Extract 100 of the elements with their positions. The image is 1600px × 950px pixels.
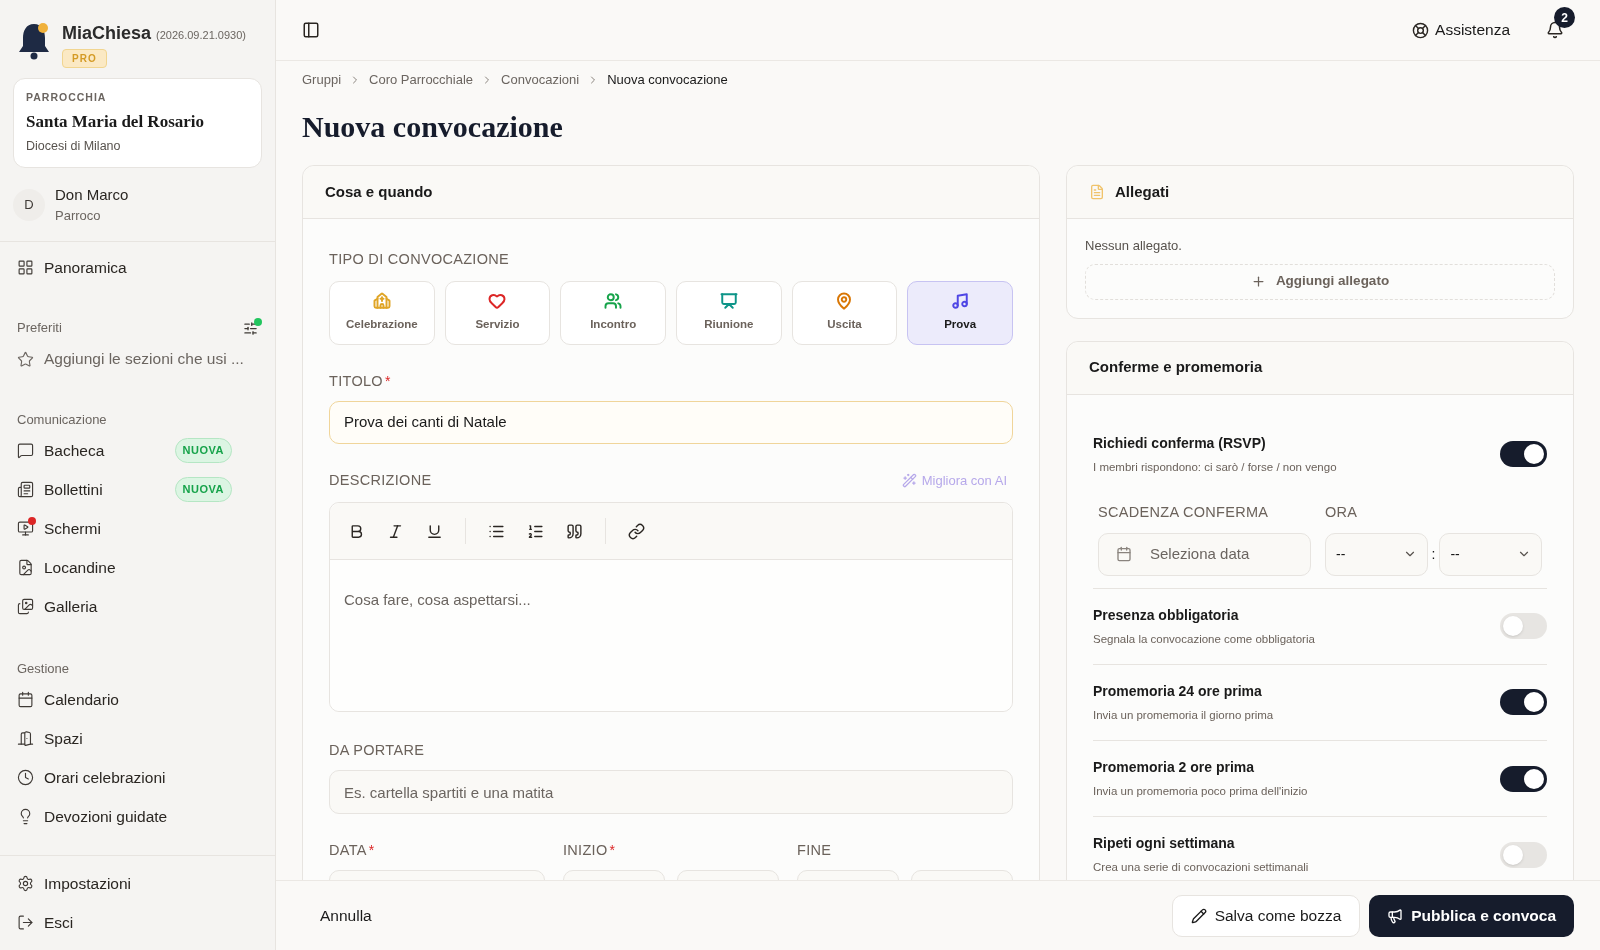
option-description: Invia un promemoria poco prima dell'inizio xyxy=(1093,784,1308,799)
plus-icon xyxy=(1250,274,1266,289)
star-icon xyxy=(17,350,34,368)
sidebar-item[interactable]: Bollettini xyxy=(44,477,103,502)
type-option[interactable]: Uscita xyxy=(791,280,898,345)
field-label: TITOLO xyxy=(329,371,383,391)
toggle-switch[interactable] xyxy=(1500,841,1547,868)
sidebar-toggle-icon[interactable] xyxy=(302,21,320,39)
cancel-button[interactable]: Annulla xyxy=(302,894,390,937)
option-title: Richiedi conferma (RSVP) xyxy=(1093,433,1267,453)
sidebar-item[interactable]: Spazi xyxy=(44,726,83,751)
section-title: Comunicazione xyxy=(17,411,107,430)
add-attachment-button[interactable]: Aggiungi allegato xyxy=(1085,263,1555,300)
toggle-switch[interactable] xyxy=(1500,689,1547,716)
lifebuoy-icon xyxy=(1412,21,1430,39)
new-badge: NUOVA xyxy=(174,477,232,502)
hour-select[interactable]: -- xyxy=(1325,532,1428,576)
bring-field[interactable]: Es. cartella spartiti e una matita xyxy=(329,770,1013,814)
toggle-switch[interactable] xyxy=(1500,613,1547,640)
card-title: Allegati xyxy=(1115,181,1170,202)
save-draft-button[interactable]: Salva come bozza xyxy=(1171,894,1361,937)
type-option[interactable]: Riunione xyxy=(676,280,782,345)
type-option[interactable]: Celebrazione xyxy=(329,280,435,345)
quote-icon[interactable] xyxy=(566,522,583,540)
sidebar-item[interactable]: Bacheca xyxy=(44,438,105,463)
field-label: SCADENZA CONFERMA xyxy=(1098,502,1269,522)
bell-logo-icon xyxy=(16,20,52,62)
user-name: Don Marco xyxy=(55,184,129,205)
magic-wand-icon xyxy=(901,472,917,488)
sidebar-item[interactable]: Calendario xyxy=(44,687,119,712)
breadcrumb-item[interactable]: Nuova convocazione xyxy=(607,70,728,90)
door-icon xyxy=(17,730,34,747)
field-label: TIPO DI CONVOCAZIONE xyxy=(329,250,509,269)
user-avatar: D xyxy=(13,188,45,221)
user-role: Parroco xyxy=(55,207,102,225)
notification-count: 2 xyxy=(1554,7,1575,28)
card-title: Conferme e promemoria xyxy=(1089,357,1263,378)
option-title: Promemoria 2 ore prima xyxy=(1093,758,1256,777)
option-description: I membri rispondono: ci sarò / forse / non vengo xyxy=(1093,459,1337,475)
grid-icon xyxy=(17,259,34,276)
megaphone-icon xyxy=(1387,907,1404,924)
field-label: DESCRIZIONE xyxy=(329,470,432,490)
sidebar-item[interactable]: Panoramica xyxy=(44,255,127,280)
newspaper-icon xyxy=(17,481,34,498)
required-mark: * xyxy=(368,841,375,861)
parish-label: PARROCCHIA xyxy=(26,90,108,105)
sidebar-item[interactable]: Schermi xyxy=(44,516,101,541)
clock-icon xyxy=(17,769,34,786)
deadline-date-field[interactable]: Seleziona data xyxy=(1098,532,1311,576)
option-title: Presenza obbligatoria xyxy=(1093,605,1240,625)
sidebar-item[interactable]: Galleria xyxy=(44,594,98,619)
toggle-switch[interactable] xyxy=(1500,441,1547,468)
pencil-icon xyxy=(1190,907,1207,924)
images-icon xyxy=(17,598,34,615)
logout-icon xyxy=(17,914,34,931)
field-label: FINE xyxy=(797,841,832,860)
sidebar-item[interactable]: Orari celebrazioni xyxy=(44,765,166,790)
minute-select[interactable]: -- xyxy=(1439,532,1542,576)
link-icon[interactable] xyxy=(628,522,645,540)
calendar-icon xyxy=(17,691,34,708)
type-option[interactable]: Prova xyxy=(907,280,1013,345)
numbered-list-icon[interactable] xyxy=(527,522,544,540)
toggle-switch[interactable] xyxy=(1500,765,1547,792)
field-label: ORA xyxy=(1325,502,1358,522)
title-field[interactable]: Prova dei canti di Natale xyxy=(329,400,1013,444)
option-title: Promemoria 24 ore prima xyxy=(1093,681,1263,701)
sidebar-item[interactable]: Devozioni guidate xyxy=(44,804,168,829)
type-option[interactable]: Servizio xyxy=(444,280,551,345)
italic-icon[interactable] xyxy=(387,522,404,540)
field-label: INIZIO xyxy=(563,841,608,860)
monitor-icon xyxy=(17,520,34,537)
sidebar-item[interactable]: Impostazioni xyxy=(44,871,131,896)
page-title: Nuova convocazione xyxy=(302,109,564,145)
calendar-icon xyxy=(1116,546,1132,562)
rich-text-editor[interactable]: Cosa fare, cosa aspettarsi... xyxy=(329,502,1013,713)
option-title: Ripeti ogni settimana xyxy=(1093,834,1236,854)
empty-message: Nessun allegato. xyxy=(1085,237,1183,255)
help-link[interactable]: Assistenza xyxy=(1435,18,1510,42)
parish-name: Santa Maria del Rosario xyxy=(26,110,206,133)
option-description: Invia un promemoria il giorno prima xyxy=(1093,707,1274,723)
section-title: Preferiti xyxy=(17,319,62,338)
required-mark: * xyxy=(384,372,391,392)
app-name: MiaChiesa xyxy=(62,22,152,45)
document-icon xyxy=(1089,184,1105,200)
sliders-icon[interactable] xyxy=(243,320,258,336)
parish-card[interactable]: PARROCCHIA Santa Maria del Rosario Diocesi di Milano xyxy=(13,78,262,168)
favorites-placeholder[interactable]: Aggiungi le sezioni che usi ... xyxy=(44,347,244,371)
breadcrumb-item[interactable]: Gruppi xyxy=(302,70,342,90)
section-title: Gestione xyxy=(17,660,70,679)
publish-button[interactable]: Pubblica e convoca xyxy=(1369,894,1574,937)
sidebar-item[interactable]: Esci xyxy=(44,910,74,935)
sidebar-item[interactable]: Locandine xyxy=(44,555,116,580)
card-title: Cosa e quando xyxy=(325,181,433,202)
new-badge: NUOVA xyxy=(174,438,232,463)
type-option[interactable]: Incontro xyxy=(560,280,666,345)
breadcrumb-item[interactable]: Coro Parrocchiale xyxy=(369,70,474,90)
breadcrumb-item[interactable]: Convocazioni xyxy=(501,70,580,90)
underline-icon[interactable] xyxy=(426,522,443,540)
app-version: (2026.09.21.0930) xyxy=(156,28,246,43)
notification-bell-icon[interactable] xyxy=(1546,21,1564,39)
